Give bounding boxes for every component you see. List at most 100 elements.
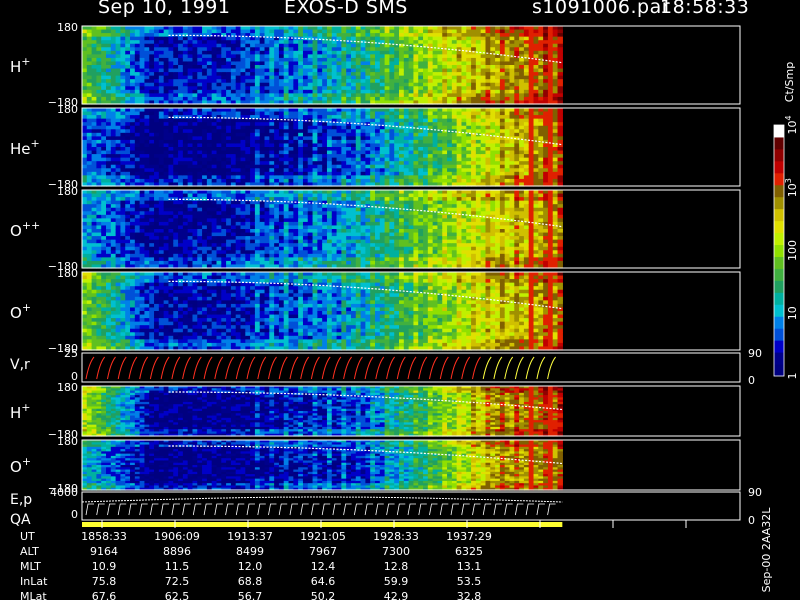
colorbar: 104 103 100 10 1 Ct/Smp [773, 62, 799, 380]
velocity-trace [96, 356, 106, 380]
colorbar-segment [774, 292, 784, 305]
velocity-trace [439, 356, 449, 380]
ephemeris-value: 10.9 [92, 560, 117, 573]
energy-step [354, 503, 363, 516]
velocity-panel: V,r 25 0 90 0 [10, 347, 762, 387]
spectrogram-panel-h-plus-1: 180−180H+ [10, 21, 741, 109]
colorbar-unit-label: Ct/Smp [783, 62, 796, 102]
velocity-trace [171, 356, 181, 380]
energy-step [482, 503, 492, 516]
species-charge: ++ [22, 219, 40, 232]
ephemeris-value: 9164 [90, 545, 118, 558]
y-tick-label: 180 [57, 435, 78, 448]
species-charge: + [22, 301, 31, 314]
velocity-trace [107, 356, 116, 380]
species-label: H+ [10, 55, 31, 76]
right-tick-label: 90 [748, 347, 762, 360]
colorbar-tick-label: 10 [786, 306, 799, 320]
energy-step [85, 503, 94, 516]
colorbar-segment [774, 364, 784, 377]
velocity-trace [461, 356, 471, 380]
right-tick-label: 0 [748, 514, 755, 527]
energy-step [504, 503, 513, 516]
species-charge: + [31, 137, 40, 150]
ephemeris-row-name: MLT [20, 560, 41, 573]
energy-step [257, 503, 266, 516]
energy-step [225, 503, 234, 516]
colorbar-segment [774, 352, 784, 365]
velocity-trace [149, 356, 159, 380]
velocity-trace [396, 356, 406, 380]
ephemeris-value: 7300 [382, 545, 410, 558]
velocity-trace [547, 356, 556, 380]
species-label: O++ [10, 219, 40, 240]
energy-step [246, 503, 255, 516]
ephemeris-value: 72.5 [165, 575, 190, 588]
velocity-trace [525, 356, 535, 380]
velocity-trace [128, 356, 138, 380]
y-tick-label: 180 [57, 21, 78, 34]
energy-step [450, 503, 459, 516]
energy-step [321, 503, 331, 516]
energy-step [525, 503, 535, 516]
spectrogram-panel-o-plusplus: 180−180O++ [10, 185, 741, 273]
ephemeris-row-name: InLat [20, 575, 48, 588]
velocity-trace [214, 356, 224, 380]
velocity-trace [472, 356, 481, 380]
ephemeris-value: 62.5 [165, 590, 190, 600]
species-charge: + [22, 455, 31, 468]
ephemeris-value: 8499 [236, 545, 264, 558]
velocity-trace [450, 356, 460, 380]
energy-step [343, 503, 352, 516]
energy-step [493, 503, 502, 516]
colorbar-segment [774, 208, 784, 222]
energy-step [439, 503, 449, 516]
y-tick-label: 25 [64, 347, 78, 360]
energy-step [289, 503, 298, 516]
ephemeris-value: 56.7 [238, 590, 263, 600]
y-tick-label: 0 [71, 508, 78, 521]
velocity-trace [514, 356, 524, 380]
velocity-trace [300, 356, 310, 380]
velocity-trace [321, 356, 331, 380]
velocity-trace [407, 356, 417, 380]
energy-step [386, 503, 395, 516]
ephemeris-value: 12.8 [384, 560, 409, 573]
ephemeris-value: 1858:33 [81, 530, 127, 543]
colorbar-segment [774, 244, 784, 257]
colorbar-segment [774, 136, 784, 150]
y-tick-label: 180 [57, 103, 78, 116]
ephemeris-value: 42.9 [384, 590, 409, 600]
colorbar-tick-label: 103 [784, 178, 799, 197]
ephemeris-value: 67.6 [92, 590, 117, 600]
velocity-trace [429, 356, 438, 380]
energy-step [375, 503, 384, 516]
ephemeris-value: 50.2 [311, 590, 336, 600]
colorbar-segment [774, 316, 784, 329]
energy-step [96, 503, 105, 516]
velocity-trace [332, 356, 342, 380]
colorbar-segment [774, 160, 784, 174]
energy-step [429, 503, 438, 516]
species-label: H+ [10, 401, 31, 422]
right-tick-label: 90 [748, 486, 762, 499]
velocity-trace [289, 356, 299, 380]
spectrogram-plot: 180−180H+180−180He+180−180O++180−180O+18… [10, 21, 799, 600]
energy-step [515, 503, 524, 516]
ephemeris-row-name: ALT [20, 545, 39, 558]
energy-step [311, 503, 320, 516]
ephemeris-value: 1906:09 [154, 530, 200, 543]
velocity-trace [364, 356, 374, 380]
spectrogram-panel-o-plus-2: 180−180O+ [10, 435, 741, 495]
footer-code: Sep-00 2AA32L [760, 507, 773, 593]
velocity-trace [375, 356, 385, 380]
energy-label: E,p [10, 492, 32, 508]
species-charge: + [21, 401, 30, 414]
colorbar-segment [774, 196, 784, 210]
velocity-trace [225, 356, 234, 380]
y-tick-label: 4000 [50, 486, 78, 499]
velocity-trace [85, 356, 95, 380]
energy-step [472, 503, 481, 516]
y-tick-label: 180 [57, 185, 78, 198]
velocity-trace [482, 356, 492, 380]
